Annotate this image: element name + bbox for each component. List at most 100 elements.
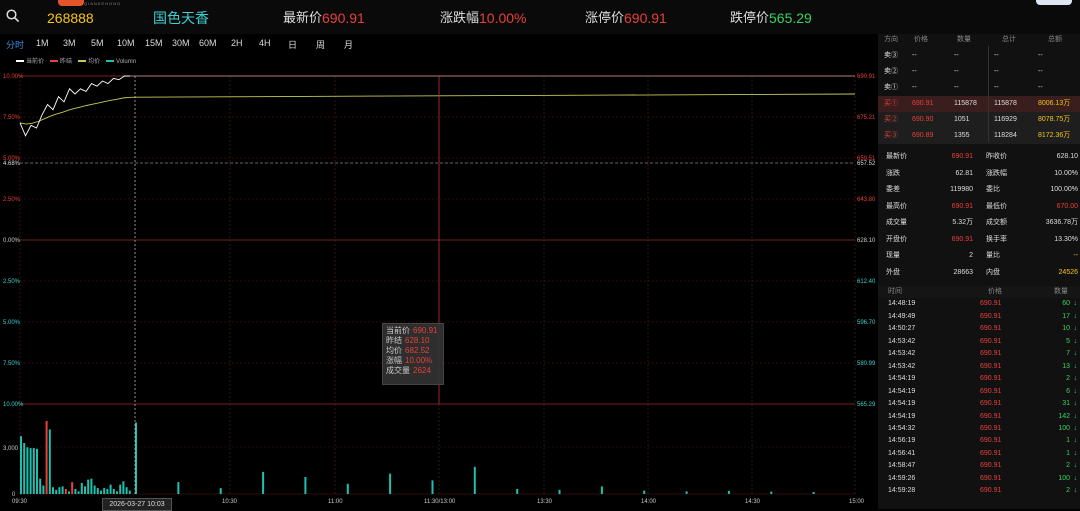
chart-canvas[interactable]: 10.00% 690.917.50% 675.215.00% 659.514.68% 6… [0,54,878,509]
tooltip-row: 当前价 690.91 [386,326,440,336]
order-book-sell-row[interactable]: 卖① -- -- -- -- [878,80,1080,96]
timeframe-tab[interactable]: 日 [288,38,297,51]
trade-row[interactable]: 14:54:19 690.91 6 ↓ [878,386,1080,398]
trade-dir: ↓ [1073,437,1078,445]
order-book-buy-row[interactable]: 买③ 690.89 1355 118284 8172.36万 [878,128,1080,144]
quote-label: 现量 [886,252,900,259]
volume-bar [29,448,32,494]
timeframe-tab[interactable]: 3M [63,38,76,48]
trade-row[interactable]: 14:50:27 690.91 10 ↓ [878,323,1080,335]
timeframe-tab[interactable]: 30M [172,38,190,48]
order-book-buy-row[interactable]: 买① 690.91 115878 115878 8006.13万 [878,96,1080,112]
quote-label: 委比 [986,186,1000,193]
timeframe-tab[interactable]: 15M [145,38,163,48]
crosshair-date-label: 2026-03-27 10:03 [102,498,172,511]
trade-dir: ↓ [1073,449,1078,457]
quote-value: 670.00 [1056,202,1078,210]
search-icon[interactable] [6,9,20,23]
ob-direction: 卖③ [884,52,898,59]
trade-price: 690.91 [980,400,1002,408]
volume-bar [23,443,26,494]
timeframe-tab[interactable]: 5M [91,38,104,48]
trade-qty: 2 [1066,462,1070,470]
trade-dir: ↓ [1073,300,1078,308]
quote-label: 昨收价 [986,153,1007,160]
window-control-button[interactable] [1036,0,1072,5]
ob-price: 690.89 [912,132,934,139]
trade-row[interactable]: 14:54:19 690.91 31 ↓ [878,398,1080,410]
timeframe-tab[interactable]: 2H [231,38,243,48]
quote-value: 690.91 [951,202,973,210]
quote-label: 涨跌 [886,169,900,177]
legend-item[interactable]: Volumn [106,59,136,65]
trade-row[interactable]: 14:54:19 690.91 2 ↓ [878,373,1080,385]
trade-price: 690.91 [980,437,1002,445]
order-book-divider [988,46,989,142]
timeframe-tab[interactable]: 月 [344,38,353,51]
trade-row[interactable]: 14:48:19 690.91 10 ↓ [878,293,1080,298]
legend-item[interactable]: 当前价 [16,59,44,65]
ob-direction: 买② [884,116,898,123]
legend-label: Volumn [116,59,137,65]
ob-qty: -- [954,84,959,91]
y-tick-right: 657.52 [857,161,876,167]
timeframe-tab[interactable]: 1M [36,38,49,48]
trade-row[interactable]: 14:56:19 690.91 1 ↓ [878,435,1080,447]
tooltip-value: 628.10 [405,336,430,345]
y-tick-left: 7.50% [3,115,21,121]
trade-qty: 60 [1062,300,1070,308]
quote-value: 119980 [950,186,973,193]
volume-bar [770,491,773,494]
trade-row[interactable]: 14:48:19 690.91 60 ↓ [878,298,1080,310]
volume-bar [77,491,80,494]
timeframe-tab[interactable]: 4H [259,38,271,48]
order-book-sell-row[interactable]: 卖③ -- -- -- -- [878,48,1080,64]
trade-time: 14:53:42 [888,337,916,345]
trade-qty: 2 [1066,375,1070,383]
trade-row[interactable]: 14:53:42 690.91 7 ↓ [878,348,1080,360]
volume-bar [58,487,61,494]
timeframe-tab[interactable]: 60M [199,38,217,48]
x-tick: 15:00 [849,499,865,505]
volume-bar [262,471,265,494]
trade-row[interactable]: 14:49:49 690.91 17 ↓ [878,311,1080,323]
legend-item[interactable]: 昨结 [50,59,72,65]
order-book-sell-row[interactable]: 卖② -- -- -- -- [878,64,1080,80]
timeframe-tab[interactable]: 周 [316,38,325,51]
timeframe-tab[interactable]: 10M [117,38,135,48]
trade-time: 14:48:19 [888,300,916,308]
trade-dir: ↓ [1073,424,1078,432]
quote-row: 委差 119980 委比 100.00% [878,182,1080,198]
legend-swatch [78,60,87,63]
order-book-buy-row[interactable]: 买② 690.90 1051 116929 8078.75万 [878,112,1080,128]
trades-list[interactable]: 14:48:19690.9110↓14:48:19690.9160↓14:49:… [878,293,1080,509]
volume-bar [61,486,64,494]
trade-row[interactable]: 14:59:26 690.91 100 ↓ [878,473,1080,485]
trade-time: 14:49:49 [888,312,916,320]
trade-row[interactable]: 14:53:42 690.91 13 ↓ [878,361,1080,373]
ob-amount: -- [1038,52,1043,59]
quote-value: 628.10 [1056,153,1078,160]
intraday-chart[interactable]: 10.00% 690.91 7.50% 675.21 5.00% 659.51 4.68% 6… [0,54,878,511]
app-logo [58,0,84,6]
ob-col-total: 总计 [1002,36,1016,43]
legend-item[interactable]: 均价 [78,59,100,65]
timeframe-tab[interactable]: 分时 [6,38,24,51]
tooltip-row: 昨结 628.10 [386,336,440,346]
trade-row[interactable]: 14:56:41 690.91 1 ↓ [878,448,1080,460]
trade-price: 690.91 [980,312,1002,320]
volume-bar [685,491,688,494]
ob-total: 118284 [994,132,1017,139]
trade-row[interactable]: 14:54:19 690.91 142 ↓ [878,411,1080,423]
trade-row[interactable]: 14:54:32 690.91 100 ↓ [878,423,1080,435]
trade-row[interactable]: 14:58:47 690.91 2 ↓ [878,460,1080,472]
trade-row[interactable]: 14:53:42 690.91 5 ↓ [878,336,1080,348]
volume-bar [473,466,476,494]
trade-row[interactable]: 14:59:28 690.91 2 ↓ [878,485,1080,497]
trade-time: 14:54:19 [888,412,916,420]
trade-price: 690.91 [980,350,1002,358]
trade-qty: 13 [1062,362,1070,370]
tooltip-row: 涨幅 10.00% [386,356,440,366]
trade-price: 690.91 [980,293,1001,298]
trade-dir: ↓ [1073,487,1078,495]
